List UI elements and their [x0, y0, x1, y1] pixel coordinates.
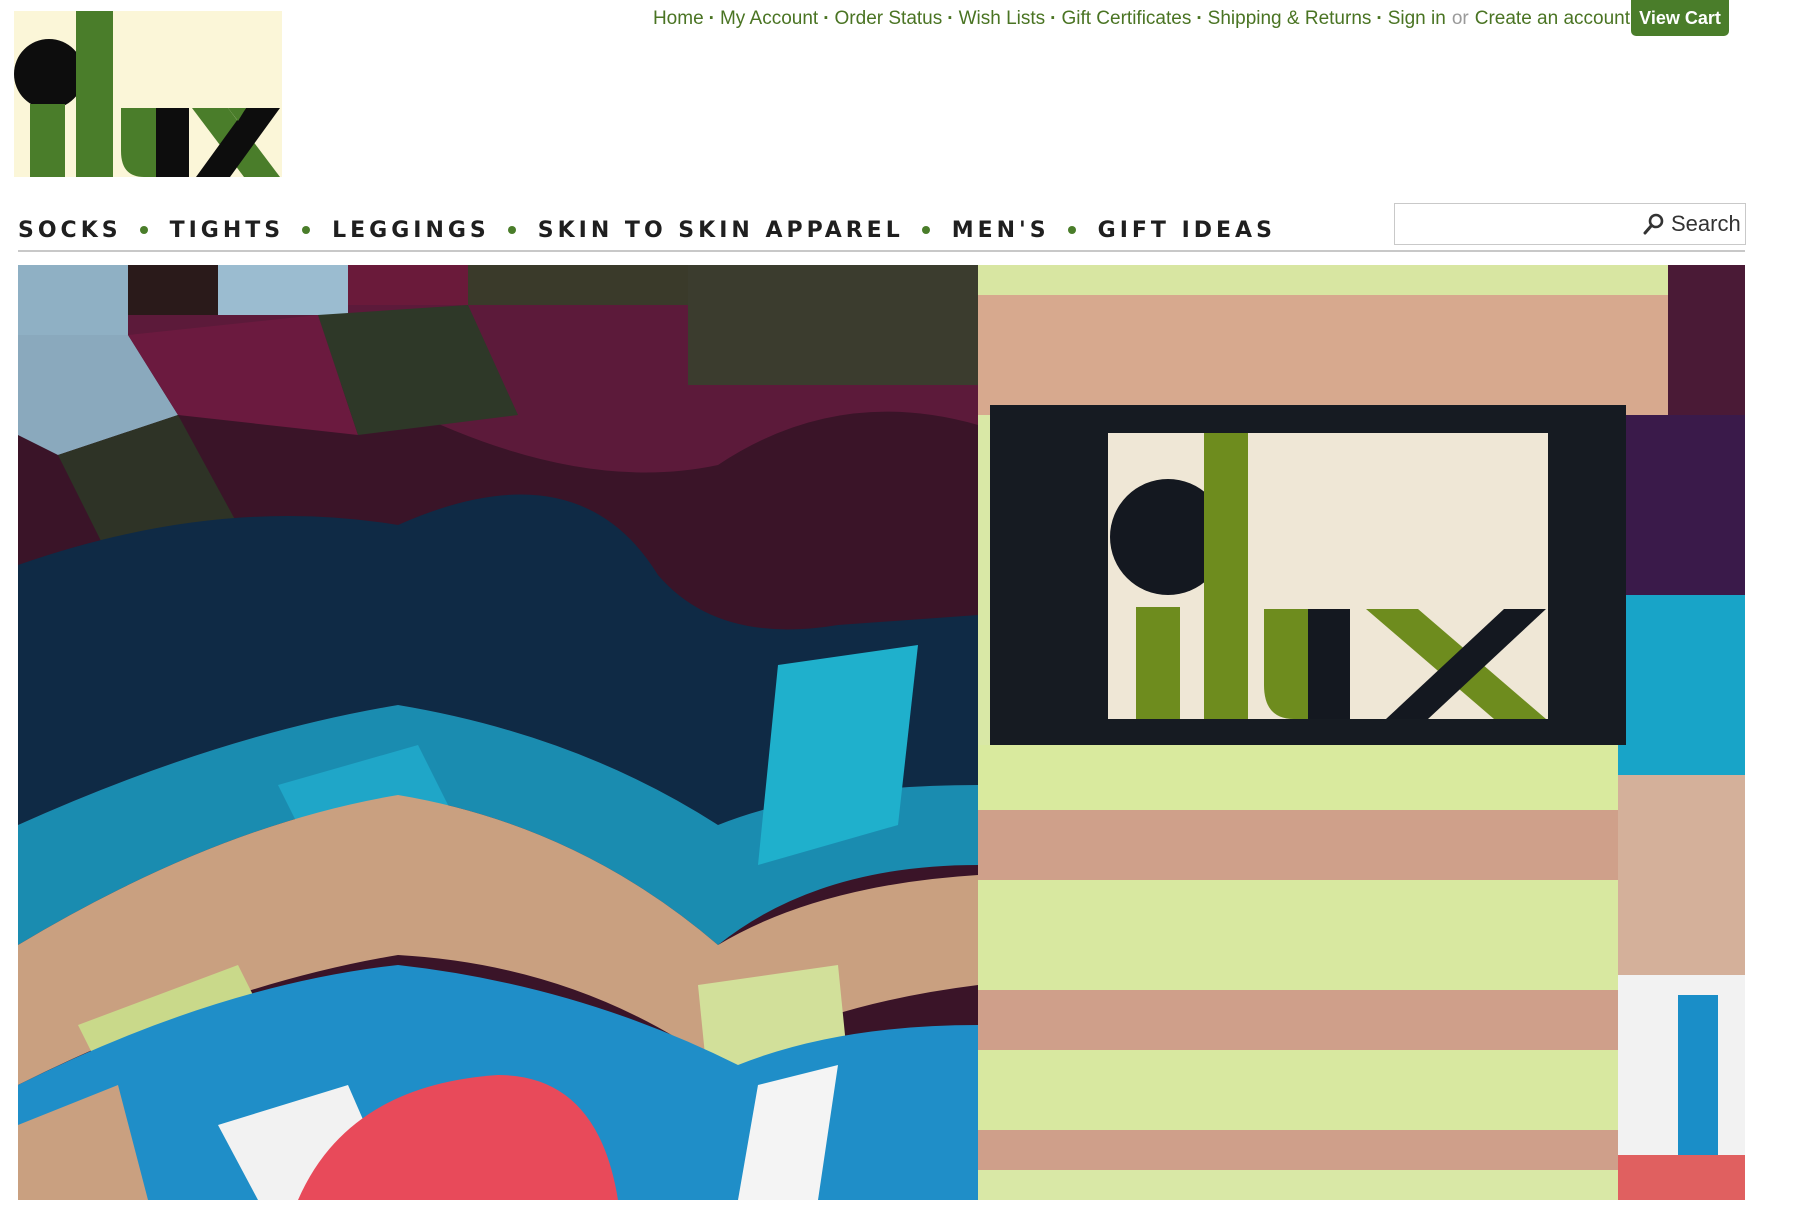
- nav-item-gift-ideas[interactable]: GIFT IDEAS: [1098, 218, 1276, 243]
- nav-bullet: [139, 226, 148, 234]
- separator: ·: [1050, 8, 1057, 29]
- search-button-label: Search: [1671, 211, 1741, 236]
- util-link-sign-in[interactable]: Sign in: [1388, 8, 1446, 30]
- nav-bullet: [1067, 226, 1076, 234]
- hero-socks-photo: [18, 265, 1745, 1200]
- util-link-gift-certificates[interactable]: Gift Certificates: [1061, 8, 1191, 30]
- util-link-home[interactable]: Home: [653, 8, 704, 30]
- separator: ·: [823, 8, 830, 29]
- search-icon: [1643, 213, 1664, 235]
- utility-nav: Home · My Account · Order Status · Wish …: [620, 6, 1630, 32]
- site-logo[interactable]: [14, 11, 282, 177]
- search-button[interactable]: Search: [1643, 211, 1765, 237]
- nav-item-socks[interactable]: SOCKS: [18, 218, 122, 243]
- nav-divider: [18, 250, 1745, 252]
- main-nav: SOCKS TIGHTS LEGGINGS SKIN TO SKIN APPAR…: [18, 212, 1276, 248]
- ilux-logo-image: [14, 11, 282, 177]
- nav-bullet: [507, 226, 516, 234]
- util-link-wish-lists[interactable]: Wish Lists: [959, 8, 1046, 30]
- separator: ·: [947, 8, 954, 29]
- nav-bullet: [921, 226, 930, 234]
- separator: ·: [1376, 8, 1383, 29]
- nav-item-leggings[interactable]: LEGGINGS: [332, 218, 490, 243]
- nav-item-mens[interactable]: MEN'S: [952, 218, 1050, 243]
- separator: ·: [1196, 8, 1203, 29]
- nav-bullet: [302, 226, 311, 234]
- view-cart-button[interactable]: View Cart: [1631, 0, 1729, 36]
- util-link-create-account[interactable]: Create an account: [1475, 8, 1630, 30]
- hero-banner-image[interactable]: [18, 265, 1745, 1200]
- search-input[interactable]: [1395, 204, 1643, 244]
- util-link-shipping-returns[interactable]: Shipping & Returns: [1208, 8, 1372, 30]
- search-form: Search: [1394, 203, 1746, 245]
- util-link-order-status[interactable]: Order Status: [835, 8, 943, 30]
- nav-item-tights[interactable]: TIGHTS: [170, 218, 285, 243]
- separator: ·: [708, 8, 715, 29]
- util-link-my-account[interactable]: My Account: [720, 8, 818, 30]
- nav-item-skin-to-skin-apparel[interactable]: SKIN TO SKIN APPAREL: [538, 218, 904, 243]
- or-text: or: [1451, 8, 1469, 29]
